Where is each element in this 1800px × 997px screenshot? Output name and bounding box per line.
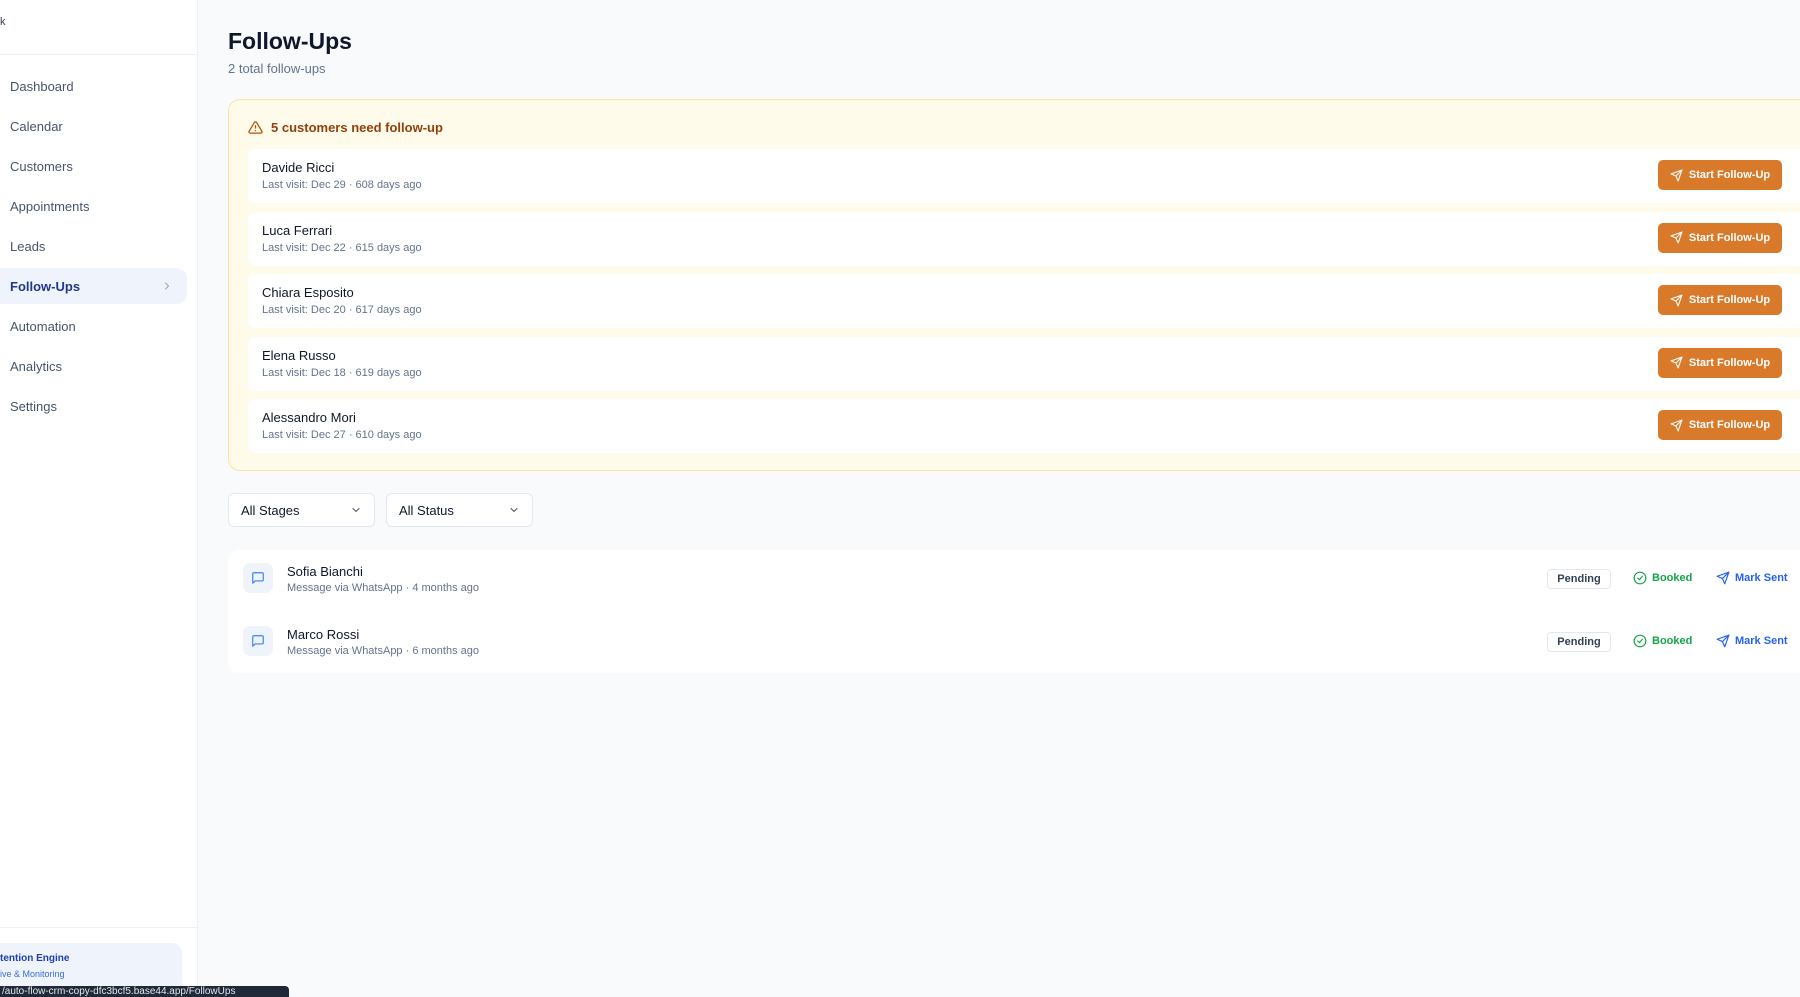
list-item: Sofia Bianchi Message via WhatsApp · 4 m…: [228, 550, 1800, 600]
sidebar-item-label: Customers: [10, 158, 73, 174]
sidebar-item-settings[interactable]: Settings: [0, 388, 187, 424]
send-icon: [1716, 571, 1730, 585]
send-icon: [1670, 231, 1683, 244]
status-badge: Pending: [1547, 569, 1611, 589]
stage-select-value: All Stages: [241, 502, 300, 518]
status-select-value: All Status: [399, 502, 454, 518]
sidebar-item-label: Leads: [10, 238, 46, 254]
sidebar-item-customers[interactable]: Customers: [0, 148, 187, 184]
mark-sent-label: Mark Sent: [1735, 572, 1788, 584]
button-label: Start Follow-Up: [1688, 169, 1771, 181]
send-icon: [1670, 169, 1683, 181]
button-label: Start Follow-Up: [1688, 294, 1771, 306]
list-item: Marco Rossi Message via WhatsApp · 6 mon…: [228, 613, 1800, 663]
customer-last-visit: Last visit: Dec 27 · 610 days ago: [262, 429, 422, 441]
send-icon: [1670, 419, 1683, 431]
page-title: Follow-Ups: [228, 28, 352, 54]
list-item: Luca Ferrari Last visit: Dec 22 · 615 da…: [248, 211, 1800, 266]
sidebar-item-leads[interactable]: Leads: [0, 228, 187, 264]
booked-label: Booked: [1652, 635, 1693, 647]
sidebar: k Dashboard Calendar Customers Appointme…: [0, 0, 289, 997]
list-item: Elena Russo Last visit: Dec 18 · 619 day…: [248, 336, 1800, 391]
send-icon: [1670, 294, 1683, 306]
start-follow-up-button[interactable]: Start Follow-Up: [1658, 347, 1782, 378]
divider: [0, 927, 198, 928]
status-badge: Pending: [1547, 632, 1611, 652]
status-select[interactable]: All Status: [386, 493, 533, 527]
customer-name: Chiara Esposito: [262, 285, 354, 300]
customer-name: Alessandro Mori: [262, 410, 356, 425]
button-label: Start Follow-Up: [1688, 231, 1771, 244]
chevron-down-icon: [510, 508, 518, 512]
customer-last-visit: Last visit: Dec 22 · 615 days ago: [262, 241, 422, 254]
follow-up-list: Sofia Bianchi Message via WhatsApp · 4 m…: [228, 550, 1800, 673]
send-icon: [1670, 356, 1683, 369]
page-subtitle: 2 total follow-ups: [228, 61, 326, 76]
customer-name: Davide Ricci: [262, 160, 335, 175]
message-icon: [243, 626, 273, 656]
customer-name: Luca Ferrari: [262, 222, 333, 238]
customer-last-visit: Last visit: Dec 18 · 619 days ago: [262, 366, 422, 379]
list-item: Davide Ricci Last visit: Dec 29 · 608 da…: [248, 149, 1800, 203]
engine-subtitle: ive & Monitoring: [0, 969, 65, 979]
engine-title: tention Engine: [0, 953, 70, 964]
sidebar-item-label: Appointments: [10, 198, 90, 214]
mark-sent-button[interactable]: Mark Sent: [1716, 634, 1788, 648]
chevron-down-icon: [352, 508, 360, 512]
customer-last-visit: Last visit: Dec 29 · 608 days ago: [262, 179, 422, 191]
list-item: Alessandro Mori Last visit: Dec 27 · 610…: [248, 399, 1800, 453]
sidebar-item-dashboard[interactable]: Dashboard: [0, 68, 187, 104]
booked-button[interactable]: Booked: [1633, 634, 1692, 648]
sidebar-item-appointments[interactable]: Appointments: [0, 188, 187, 224]
sidebar-item-label: Calendar: [10, 118, 63, 134]
booked-label: Booked: [1652, 572, 1693, 584]
start-follow-up-button[interactable]: Start Follow-Up: [1658, 160, 1782, 190]
check-circle-icon: [1633, 571, 1647, 585]
list-item: Chiara Esposito Last visit: Dec 20 · 617…: [248, 274, 1800, 328]
follow-up-name: Sofia Bianchi: [287, 564, 363, 579]
follow-up-alert: 5 customers need follow-up Davide Ricci …: [228, 99, 1800, 471]
main-content: Follow-Ups 2 total follow-ups 5 customer…: [228, 0, 1800, 997]
mark-sent-label: Mark Sent: [1735, 635, 1788, 647]
logo: k: [0, 16, 6, 28]
button-label: Start Follow-Up: [1688, 419, 1771, 431]
chevron-right-icon: [165, 282, 169, 290]
start-follow-up-button[interactable]: Start Follow-Up: [1658, 285, 1782, 315]
alert-header: 5 customers need follow-up: [248, 120, 443, 135]
follow-up-name: Marco Rossi: [287, 627, 360, 642]
sidebar-item-calendar[interactable]: Calendar: [0, 108, 187, 144]
follow-up-meta: Message via WhatsApp · 6 months ago: [287, 645, 479, 657]
button-label: Start Follow-Up: [1688, 356, 1771, 369]
sidebar-item-label: Dashboard: [10, 78, 74, 94]
sidebar-item-automation[interactable]: Automation: [0, 308, 187, 344]
sidebar-item-label: Analytics: [10, 358, 63, 374]
warning-icon: [248, 121, 263, 134]
sidebar-item-label: Automation: [10, 318, 76, 334]
sidebar-nav: Dashboard Calendar Customers Appointment…: [0, 68, 198, 428]
customer-name: Elena Russo: [262, 347, 336, 363]
send-icon: [1716, 634, 1730, 648]
customer-list: Davide Ricci Last visit: Dec 29 · 608 da…: [248, 149, 1800, 462]
start-follow-up-button[interactable]: Start Follow-Up: [1658, 222, 1782, 253]
alert-title: 5 customers need follow-up: [271, 120, 443, 135]
divider: [0, 54, 198, 55]
booked-button[interactable]: Booked: [1633, 571, 1692, 585]
message-icon: [243, 563, 273, 593]
stage-select[interactable]: All Stages: [228, 493, 375, 527]
sidebar-item-label: Settings: [10, 398, 57, 414]
sidebar-item-label: Follow-Ups: [10, 278, 81, 294]
start-follow-up-button[interactable]: Start Follow-Up: [1658, 410, 1782, 440]
follow-up-meta: Message via WhatsApp · 4 months ago: [287, 582, 479, 594]
sidebar-item-analytics[interactable]: Analytics: [0, 348, 187, 384]
filters: All Stages All Status: [228, 493, 533, 527]
check-circle-icon: [1633, 634, 1647, 648]
customer-last-visit: Last visit: Dec 20 · 617 days ago: [262, 304, 422, 316]
sidebar-item-follow-ups[interactable]: Follow-Ups: [0, 268, 187, 304]
mark-sent-button[interactable]: Mark Sent: [1716, 571, 1788, 585]
